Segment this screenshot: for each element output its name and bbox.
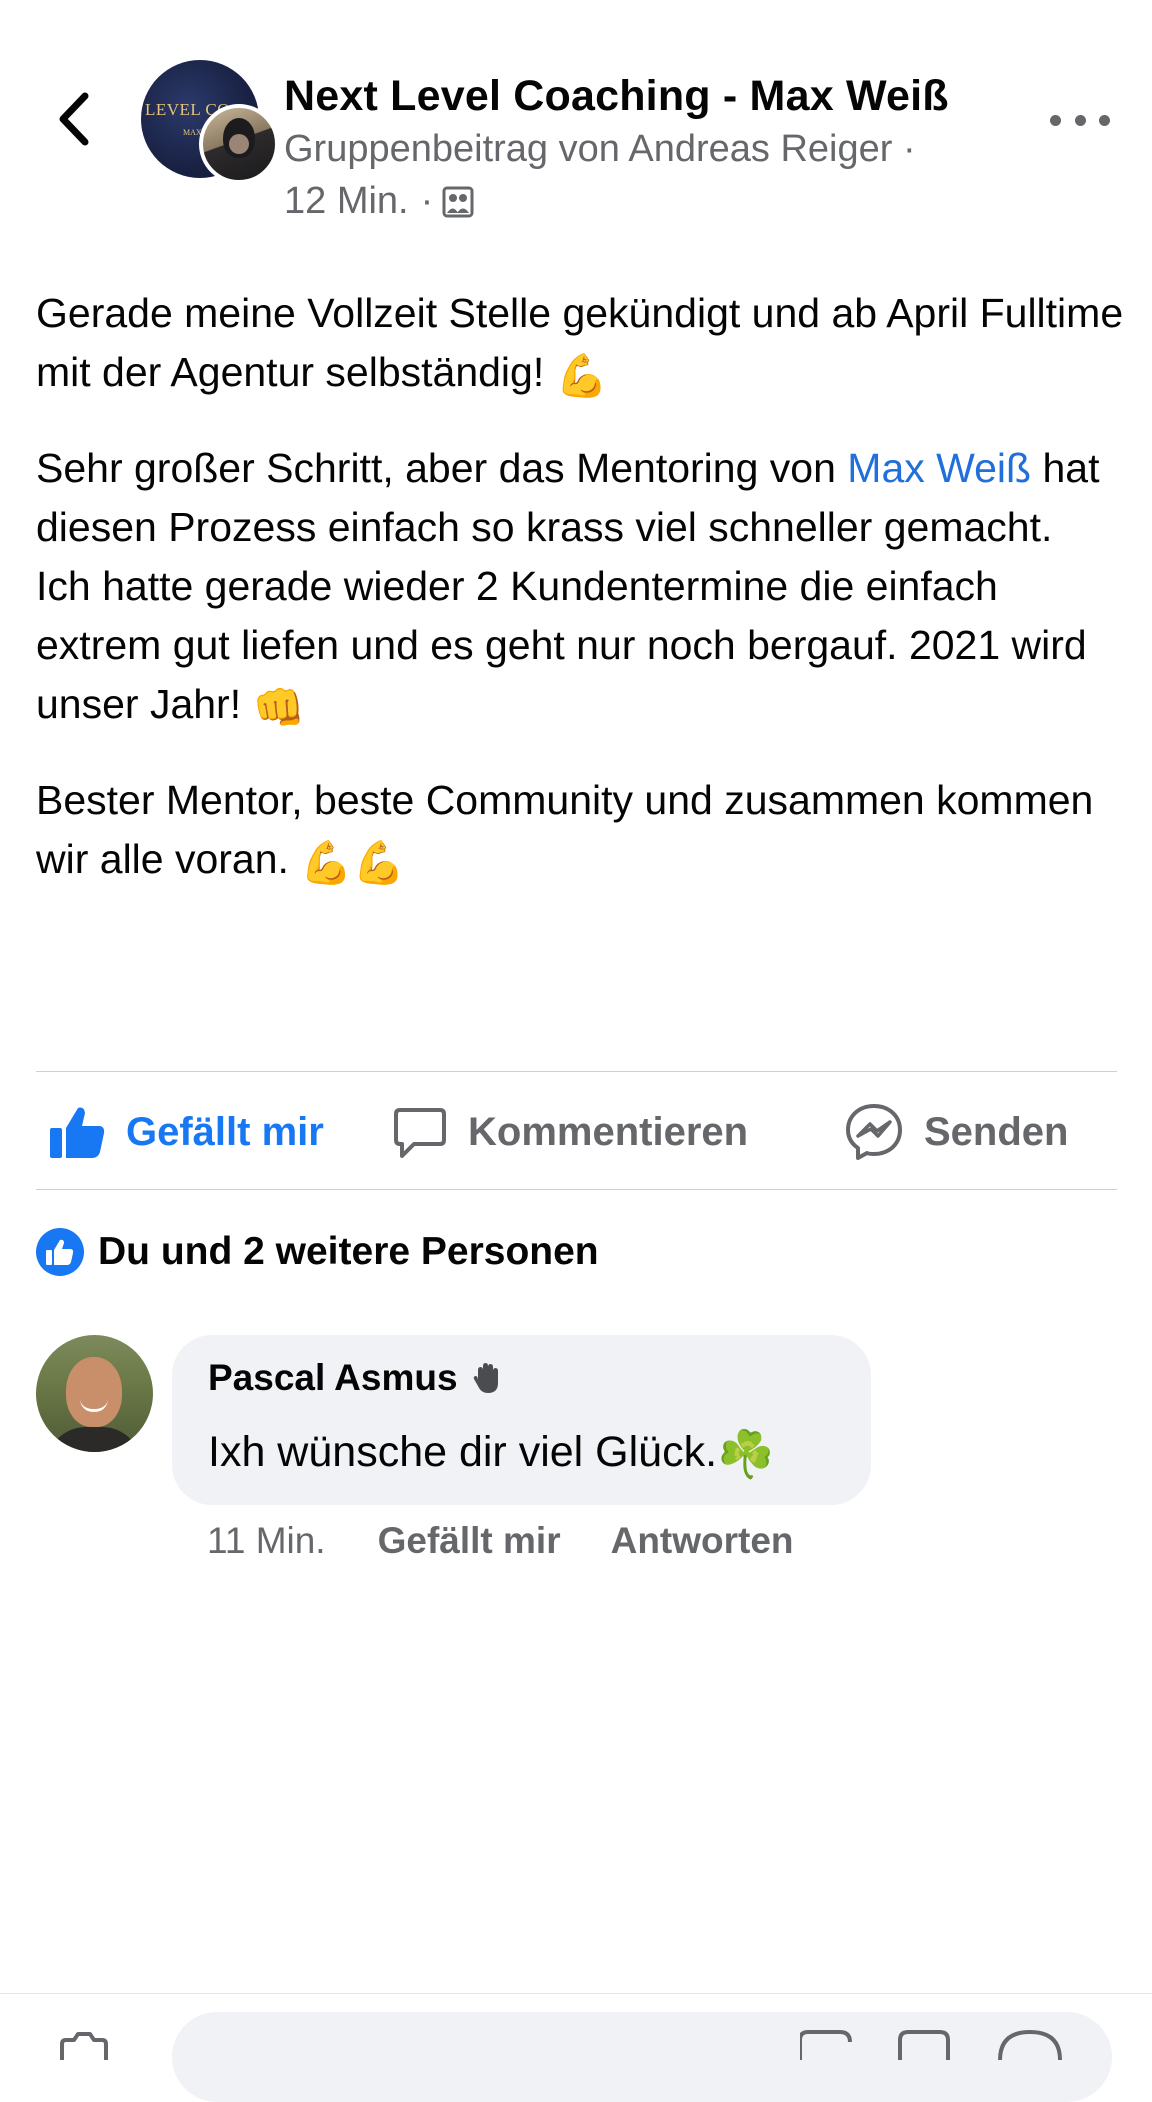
comment-text: Ixh wünsche dir viel Glück.☘️ (208, 1427, 775, 1481)
comment-icon (392, 1104, 448, 1160)
camera-icon[interactable] (56, 2030, 112, 2060)
send-label: Senden (924, 1109, 1069, 1154)
reactions-summary[interactable]: Du und 2 weitere Personen (36, 1226, 599, 1278)
wave-badge-icon (470, 1360, 506, 1396)
fist-emoji: 👊 (252, 683, 305, 732)
like-reaction-icon (36, 1228, 84, 1276)
comment-time: 11 Min. (207, 1520, 326, 1561)
comment-label: Kommentieren (468, 1109, 749, 1154)
muscle-emoji: 💪 (300, 838, 353, 887)
comment-bubble: Pascal Asmus Ixh wünsche dir viel Glück.… (172, 1335, 871, 1505)
back-button[interactable] (44, 86, 104, 152)
comment-like-button[interactable]: Gefällt mir (378, 1520, 561, 1562)
muscle-emoji: 💪 (352, 838, 405, 887)
post-text: Gerade meine Vollzeit Stelle gekündigt u… (36, 284, 1126, 892)
comment-author[interactable]: Pascal Asmus (208, 1357, 506, 1399)
thumbs-up-icon (48, 1104, 106, 1160)
group-audience-icon (442, 186, 474, 217)
divider (36, 1189, 1117, 1190)
comment-button[interactable]: Kommentieren (392, 1096, 748, 1168)
post-paragraph-2: Sehr großer Schritt, aber das Mentoring … (36, 445, 1100, 550)
author-avatar[interactable] (199, 104, 279, 184)
mention-max-weiss[interactable]: Max Weiß (847, 445, 1031, 491)
muscle-emoji: 💪 (555, 351, 608, 400)
messenger-icon (844, 1102, 904, 1162)
commenter-avatar[interactable] (36, 1335, 153, 1452)
like-button[interactable]: Gefällt mir (48, 1096, 324, 1168)
post-subtitle: Gruppenbeitrag von Andreas Reiger · (284, 128, 916, 170)
post-paragraph-3: Ich hatte gerade wieder 2 Kundentermine … (36, 557, 1126, 737)
clover-emoji: ☘️ (717, 1427, 775, 1481)
meta-separator: · (420, 180, 434, 222)
chevron-left-icon (59, 92, 89, 146)
post-time: 12 Min. (284, 180, 409, 222)
like-label: Gefällt mir (126, 1109, 324, 1154)
comment-reply-button[interactable]: Antworten (611, 1520, 794, 1562)
more-horizontal-icon (1050, 114, 1061, 126)
comment-actions: 11 Min. Gefällt mir Antworten (207, 1520, 794, 1562)
reactions-label: Du und 2 weitere Personen (98, 1230, 599, 1273)
post-meta: 12 Min. · (284, 180, 475, 223)
send-button[interactable]: Senden (844, 1096, 1068, 1168)
more-options-button[interactable] (1050, 100, 1110, 140)
post-paragraph-4: Bester Mentor, beste Community und zusam… (36, 771, 1126, 892)
group-title[interactable]: Next Level Coaching - Max Weiß (284, 72, 949, 121)
composer-tools-icon[interactable] (800, 2030, 1080, 2060)
post-paragraph-1: Gerade meine Vollzeit Stelle gekündigt u… (36, 284, 1126, 405)
divider (36, 1071, 1117, 1072)
